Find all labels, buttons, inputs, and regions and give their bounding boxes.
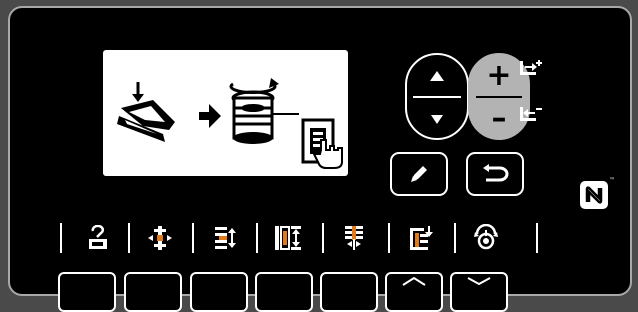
separator [256,223,258,253]
separator [322,223,324,253]
bottom-button-up[interactable] [385,272,443,312]
function-toolbar [60,218,545,258]
feed-pitch-icon [410,226,433,250]
toolbar-needle-center[interactable] [132,218,188,258]
separator [388,223,390,253]
separator [454,223,456,253]
winding-decrease-icon [520,107,542,121]
triangle-down-icon [431,114,443,124]
minus-label: – [491,101,507,136]
bobbin-spool-icon [229,78,299,144]
up-button[interactable] [407,55,467,97]
toolbar-thread-tension[interactable] [326,218,382,258]
separator [536,223,538,253]
chevron-down-icon [467,277,491,286]
control-panel: + – ™ [8,6,632,312]
toolbar-feed-pitch[interactable] [392,218,448,258]
bottom-button-2[interactable] [124,272,182,312]
toolbar-needle-right-shift[interactable] [196,218,252,258]
winding-increase-icon [520,60,542,75]
bobbin-winder-icon [89,225,107,249]
pencil-icon [411,166,427,182]
presser-pressure-icon [474,224,498,250]
trademark-mark: ™ [609,177,615,184]
toolbar-bobbin-winder-mode[interactable] [70,218,126,258]
thread-tension-icon [345,226,363,250]
bottom-button-1[interactable] [58,272,116,312]
bobbin-winder-touch-icon [301,118,343,169]
foot-pedal-icon [117,82,175,142]
plus-label: + [486,58,512,93]
stitch-width-icon [275,226,301,250]
return-button[interactable] [466,152,524,196]
edit-button[interactable] [390,152,448,196]
nfc-icon [580,181,608,209]
return-arrow-icon [483,164,509,182]
down-button[interactable] [407,98,467,140]
needle-center-icon [148,226,172,250]
up-down-selector [405,53,469,140]
chevron-up-icon [402,276,426,286]
illustration-screen [103,50,348,176]
bottom-button-3[interactable] [190,272,248,312]
pedal-to-bobbin-winder-illustration [117,78,343,169]
needle-right-icon [215,227,236,249]
separator [192,223,194,253]
toolbar-presser-pressure[interactable] [458,218,514,258]
separator [60,223,62,253]
separator [128,223,130,253]
right-arrow-icon [199,104,221,128]
toolbar-stitch-width[interactable] [260,218,316,258]
triangle-up-icon [430,71,444,81]
bottom-button-4[interactable] [255,272,313,312]
bottom-button-down[interactable] [450,272,508,312]
bottom-button-5[interactable] [320,272,378,312]
